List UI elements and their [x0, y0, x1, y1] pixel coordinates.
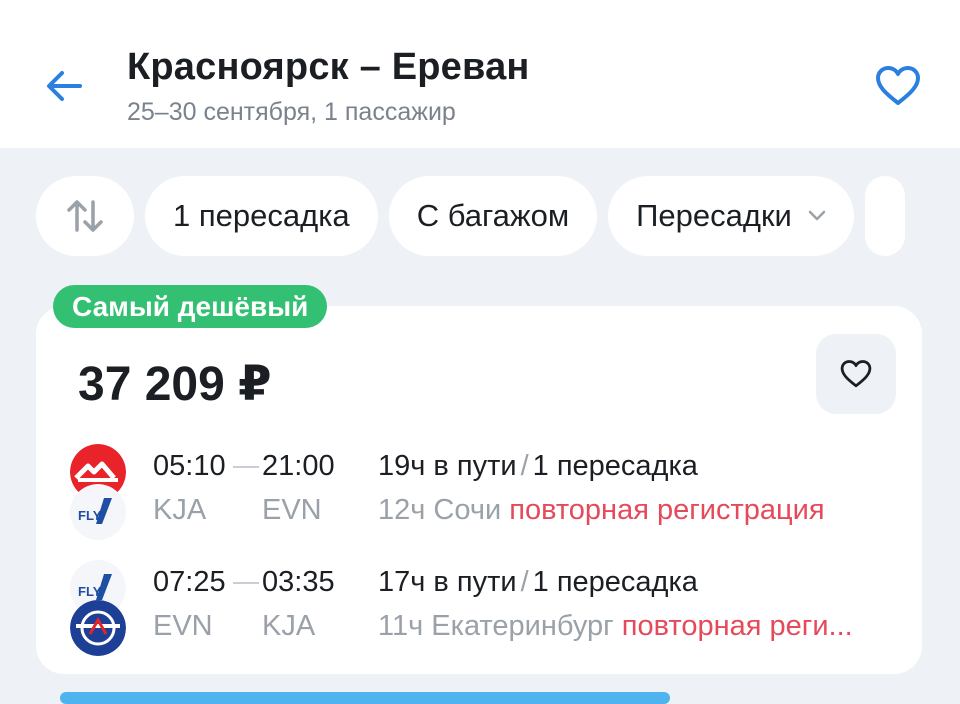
svg-text:FLY: FLY [78, 508, 102, 523]
departure-airport-code: KJA [153, 494, 207, 526]
duration-separator: / [520, 450, 529, 482]
svg-text:FLY: FLY [78, 584, 102, 599]
arrival-airport-code: KJA [262, 610, 316, 642]
duration-text: 19ч в пути [378, 450, 517, 482]
filter-chip-more[interactable] [864, 176, 905, 256]
flight-segment-outbound: FLY 05:10 21:00 KJA EVN 19ч в пути/1 пер… [36, 444, 922, 544]
arrival-time: 21:00 [262, 450, 335, 482]
flight-duration: 17ч в пути/1 пересадка [378, 566, 698, 599]
ticket-favorite-button[interactable] [816, 334, 896, 414]
filter-chip-stops-dropdown[interactable]: Пересадки [608, 176, 854, 256]
layover-text: 11ч Екатеринбург [378, 610, 614, 642]
layover-info: 12ч Сочи повторная регистрация [378, 494, 898, 527]
app-header: Красноярск – Ереван 25–30 сентября, 1 па… [0, 0, 960, 148]
back-arrow-icon [47, 71, 82, 101]
ticket-price: 37 209 ₽ [78, 358, 272, 411]
departure-airport-code: EVN [153, 610, 213, 642]
time-separator [233, 466, 259, 468]
sort-button[interactable] [36, 176, 134, 256]
cheapest-badge: Самый дешёвый [53, 285, 328, 328]
reregistration-warning: повторная регистрация [509, 494, 825, 526]
filter-bar: 1 пересадка С багажом Пересадки [36, 176, 960, 256]
sort-icon [67, 200, 103, 232]
layover-text: 12ч Сочи [378, 494, 502, 526]
favorite-route-button[interactable] [872, 60, 924, 112]
departure-time: 07:25 [153, 566, 226, 598]
duration-text: 17ч в пути [378, 566, 517, 598]
heart-icon [840, 360, 872, 388]
arrival-airport-code: EVN [262, 494, 322, 526]
next-card-edge[interactable] [60, 692, 670, 704]
ticket-card[interactable]: 37 209 ₽ FLY 05:10 21:00 KJA EVN 19ч в п… [36, 306, 922, 674]
arrival-time: 03:35 [262, 566, 335, 598]
departure-time: 05:10 [153, 450, 226, 482]
stops-text: 1 пересадка [532, 450, 698, 482]
stops-text: 1 пересадка [532, 566, 698, 598]
filter-chip-baggage[interactable]: С багажом [388, 176, 598, 256]
flight-duration: 19ч в пути/1 пересадка [378, 450, 698, 483]
heart-icon [876, 66, 920, 105]
reregistration-warning: повторная реги... [621, 610, 853, 642]
layover-info: 11ч Екатеринбург повторная реги... [378, 610, 898, 643]
airline-logo-icon: FLY [70, 484, 126, 540]
flight-segment-return: FLY 07:25 03:35 EVN KJA 17ч в пути/1 пер… [36, 560, 922, 660]
time-separator [233, 582, 259, 584]
back-button[interactable] [36, 58, 92, 114]
filter-chip-one-stop[interactable]: 1 пересадка [145, 176, 378, 256]
page-subtitle: 25–30 сентября, 1 пассажир [127, 98, 456, 126]
filter-chip-stops-label: Пересадки [636, 198, 792, 233]
chevron-down-icon [808, 210, 826, 221]
page-title: Красноярск – Ереван [127, 46, 530, 88]
airline-logo-icon [70, 600, 126, 656]
duration-separator: / [520, 566, 529, 598]
